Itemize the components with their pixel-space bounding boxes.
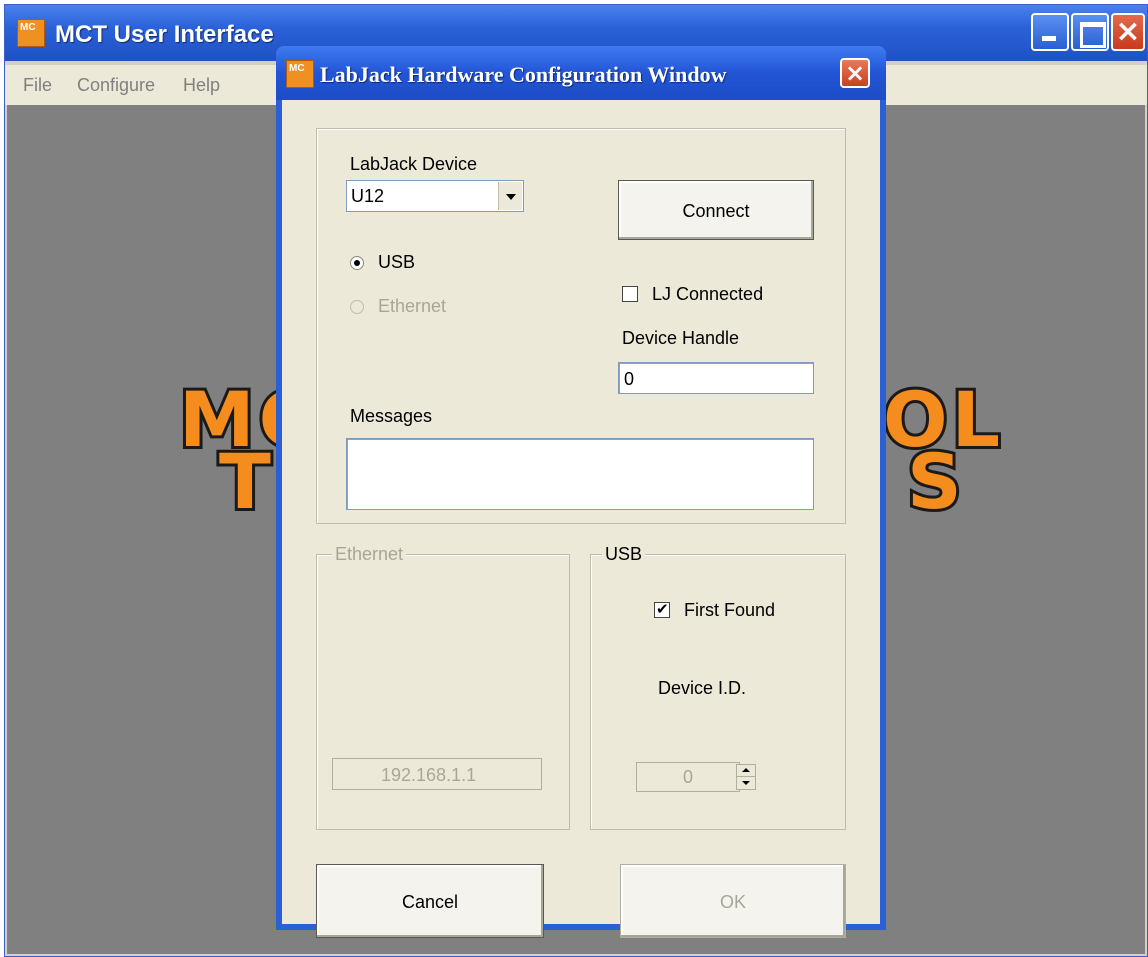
first-found-label: First Found xyxy=(684,600,776,620)
device-id-label: Device I.D. xyxy=(658,678,747,698)
ethernet-group-title: Ethernet xyxy=(332,544,407,565)
logo-fragment-left-2: T xyxy=(216,434,275,529)
dialog-close-button[interactable]: × xyxy=(840,58,870,88)
messages-label: Messages xyxy=(350,406,433,426)
usb-radio-label: USB xyxy=(378,252,416,272)
cancel-button[interactable]: Cancel xyxy=(316,864,544,938)
labjack-device-value: U12 xyxy=(351,186,385,206)
labjack-config-dialog: MC LabJack Hardware Configuration Window… xyxy=(276,46,886,938)
dialog-titlebar[interactable]: MC LabJack Hardware Configuration Window… xyxy=(276,46,886,100)
dialog-app-icon: MC xyxy=(286,60,314,88)
minimize-button[interactable] xyxy=(1031,13,1069,51)
menu-configure[interactable]: Configure xyxy=(77,75,155,96)
device-id-field[interactable]: 0 xyxy=(636,762,740,792)
labjack-device-select[interactable]: U12 xyxy=(346,180,524,212)
usb-group-title: USB xyxy=(602,544,646,565)
spin-up-icon[interactable] xyxy=(737,765,755,777)
messages-field[interactable] xyxy=(346,438,814,510)
ok-button[interactable]: OK xyxy=(620,864,846,938)
chevron-down-icon[interactable] xyxy=(498,182,522,210)
lj-connected-label: LJ Connected xyxy=(652,284,764,304)
close-button[interactable]: × xyxy=(1111,13,1145,51)
ethernet-radio[interactable] xyxy=(350,300,364,314)
device-handle-field[interactable]: 0 xyxy=(618,362,814,394)
dialog-title: LabJack Hardware Configuration Window xyxy=(320,62,727,87)
connect-button[interactable]: Connect xyxy=(618,180,814,240)
menu-help[interactable]: Help xyxy=(183,75,220,96)
device-id-spinner[interactable] xyxy=(736,764,756,790)
ip-address-value: 192.168.1.1 xyxy=(381,765,477,785)
device-handle-label: Device Handle xyxy=(622,328,740,348)
ip-address-field[interactable]: 192.168.1.1 xyxy=(332,758,542,790)
maximize-button[interactable] xyxy=(1071,13,1109,51)
ethernet-radio-label: Ethernet xyxy=(378,296,447,316)
spin-down-icon[interactable] xyxy=(737,778,755,790)
logo-fragment-right-2: S xyxy=(904,434,966,529)
close-icon: × xyxy=(1115,14,1141,49)
device-handle-value: 0 xyxy=(624,369,635,389)
menu-file[interactable]: File xyxy=(23,75,52,96)
device-id-value: 0 xyxy=(683,767,694,787)
first-found-checkbox[interactable] xyxy=(654,600,670,618)
app-icon: MC xyxy=(17,19,45,47)
dialog-body: LabJack Device U12 Connect USB Ethernet … xyxy=(282,100,880,938)
usb-radio[interactable] xyxy=(350,256,364,270)
labjack-device-label: LabJack Device xyxy=(350,154,478,174)
main-window-title: MCT User Interface xyxy=(55,21,274,48)
close-icon: × xyxy=(844,59,866,87)
lj-connected-checkbox[interactable] xyxy=(622,286,638,302)
